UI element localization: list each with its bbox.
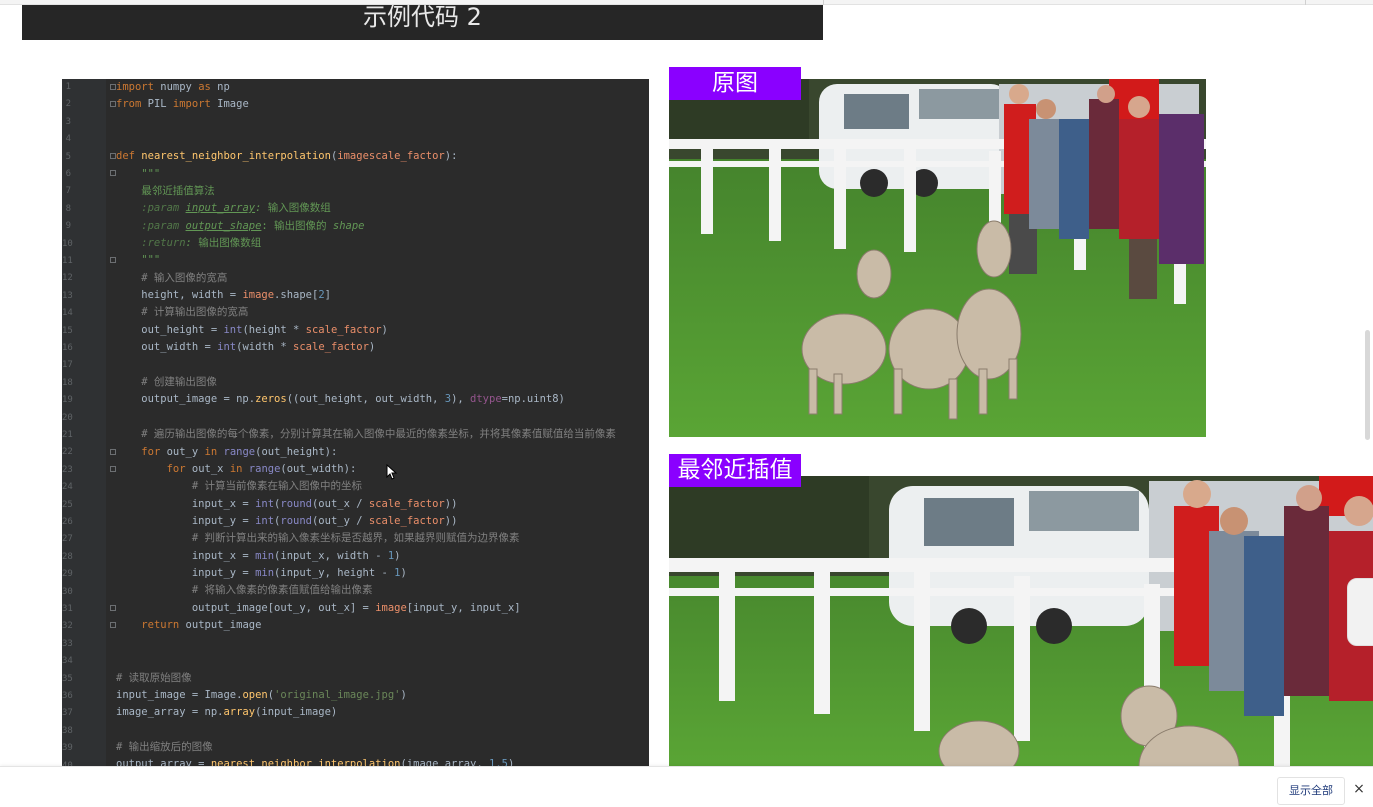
code-line: input_image = Image.open('original_image… xyxy=(116,689,407,701)
line-number: 23 xyxy=(62,464,73,475)
line-number: 10 xyxy=(62,238,73,249)
line-number: 29 xyxy=(62,569,73,580)
slide-title: 示例代码 2 xyxy=(363,5,482,31)
line-number: 8 xyxy=(65,203,71,214)
top-divider xyxy=(1305,0,1306,5)
close-icon[interactable]: × xyxy=(1352,782,1366,796)
line-number: 19 xyxy=(62,395,73,406)
line-number: 37 xyxy=(62,708,73,719)
line-number: 14 xyxy=(62,308,73,319)
code-line: return output_image xyxy=(141,619,262,631)
line-number: 11 xyxy=(62,256,73,266)
top-divider xyxy=(823,0,824,5)
line-number: 28 xyxy=(62,551,73,562)
code-line: :param input_array: 输入图像数组 xyxy=(116,202,331,214)
code-line: input_y = min(input_y, height - 1) xyxy=(116,567,407,579)
code-line: out_width = int(width * scale_factor) xyxy=(116,341,376,353)
line-number: 16 xyxy=(62,343,73,353)
code-line: from PIL import Image xyxy=(116,98,249,110)
code-line: import numpy as np xyxy=(116,81,230,93)
line-number: 6 xyxy=(65,169,71,179)
line-number: 18 xyxy=(62,377,73,388)
line-number-gutter: 1 2 3 4 5 6 7 8 9 10 11 12 13 14 15 16 17 18 19 20 21 22 23 24 2… xyxy=(62,79,106,766)
code-comment: # 读取原始图像 xyxy=(116,672,192,684)
code-line: height, width = image.shape[2] xyxy=(116,289,331,301)
code-line: 最邻近插值算法 xyxy=(116,185,215,197)
code-line: input_y = int(round(out_y / scale_factor… xyxy=(116,515,458,527)
code-comment: # 遍历输出图像的每个像素，分别计算其在输入图像中最近的像素坐标，并将其像素值赋… xyxy=(116,428,616,440)
code-comment: # 输入图像的宽高 xyxy=(116,272,228,284)
code-line: for out_x in range(out_width): xyxy=(166,463,357,475)
code-line: image_array = np.array(input_image) xyxy=(116,706,338,718)
line-number: 17 xyxy=(62,360,73,371)
code-comment: # 计算输出图像的宽高 xyxy=(116,306,249,318)
line-number: 32 xyxy=(62,621,73,632)
code-comment: # 输出缩放后的图像 xyxy=(116,741,213,753)
code-comment: # 将输入像素的像素值赋值给输出像素 xyxy=(116,584,373,596)
line-number: 9 xyxy=(65,221,71,232)
scrollbar-thumb[interactable] xyxy=(1365,330,1370,440)
code-line: """ xyxy=(116,254,161,266)
code-line: out_height = int(height * scale_factor) xyxy=(116,324,388,336)
mouse-cursor-icon xyxy=(386,464,398,480)
line-number: 27 xyxy=(62,534,73,545)
line-number: 3 xyxy=(65,116,71,127)
code-line: input_x = int(round(out_x / scale_factor… xyxy=(116,498,458,510)
nearest-neighbor-photo xyxy=(669,476,1373,766)
code-comment: # 创建输出图像 xyxy=(116,376,217,388)
line-number: 31 xyxy=(62,604,73,614)
line-number: 4 xyxy=(65,134,71,145)
line-number: 2 xyxy=(65,99,71,110)
line-number: 12 xyxy=(62,273,73,284)
line-number: 21 xyxy=(62,430,73,440)
code-line: for out_y in range(out_height): xyxy=(141,446,338,458)
code-editor[interactable]: 1 2 3 4 5 6 7 8 9 10 11 12 13 14 15 16 17 18 19 20 21 22 23 24 2… xyxy=(62,79,649,766)
line-number: 33 xyxy=(62,638,73,649)
code-line: def nearest_neighbor_interpolation(image… xyxy=(116,150,458,162)
original-photo xyxy=(669,79,1206,437)
line-number: 25 xyxy=(62,499,73,510)
line-number: 39 xyxy=(62,743,73,754)
code-line: input_x = min(input_x, width - 1) xyxy=(116,550,401,562)
side-panel-handle[interactable] xyxy=(1347,578,1373,646)
code-line: output_image = np.zeros((out_height, out… xyxy=(116,393,565,405)
slide-title-bar: 示例代码 2 xyxy=(22,5,823,40)
download-bar xyxy=(0,766,1373,807)
line-number: 30 xyxy=(62,586,73,597)
nearest-neighbor-label: 最邻近插值 xyxy=(669,454,801,487)
line-number: 34 xyxy=(62,656,73,667)
code-line: :param output_shape: 输出图像的 shape xyxy=(116,220,365,232)
code-comment: # 判断计算出来的输入像素坐标是否越界，如果越界则赋值为边界像素 xyxy=(116,532,520,544)
line-number: 15 xyxy=(62,325,73,336)
code-line: output_image[out_y, out_x] = image[input… xyxy=(116,602,521,614)
line-number: 1 xyxy=(65,82,71,92)
show-all-button[interactable]: 显示全部 xyxy=(1277,777,1345,805)
line-number: 22 xyxy=(62,447,73,458)
line-number: 24 xyxy=(62,482,73,493)
code-line: output_array = nearest_neighbor_interpol… xyxy=(116,758,515,766)
code-comment: # 计算当前像素在输入图像中的坐标 xyxy=(116,480,363,492)
line-number: 35 xyxy=(62,673,73,684)
line-number: 20 xyxy=(62,412,73,423)
line-number: 36 xyxy=(62,691,73,701)
code-line: :return: 输出图像数组 xyxy=(116,237,262,249)
line-number: 5 xyxy=(65,151,71,162)
line-number: 26 xyxy=(62,517,73,527)
line-number: 38 xyxy=(62,725,73,736)
original-image-label: 原图 xyxy=(669,67,801,100)
line-number: 13 xyxy=(62,290,73,301)
line-number: 7 xyxy=(65,186,71,197)
code-line: """ xyxy=(116,168,161,180)
